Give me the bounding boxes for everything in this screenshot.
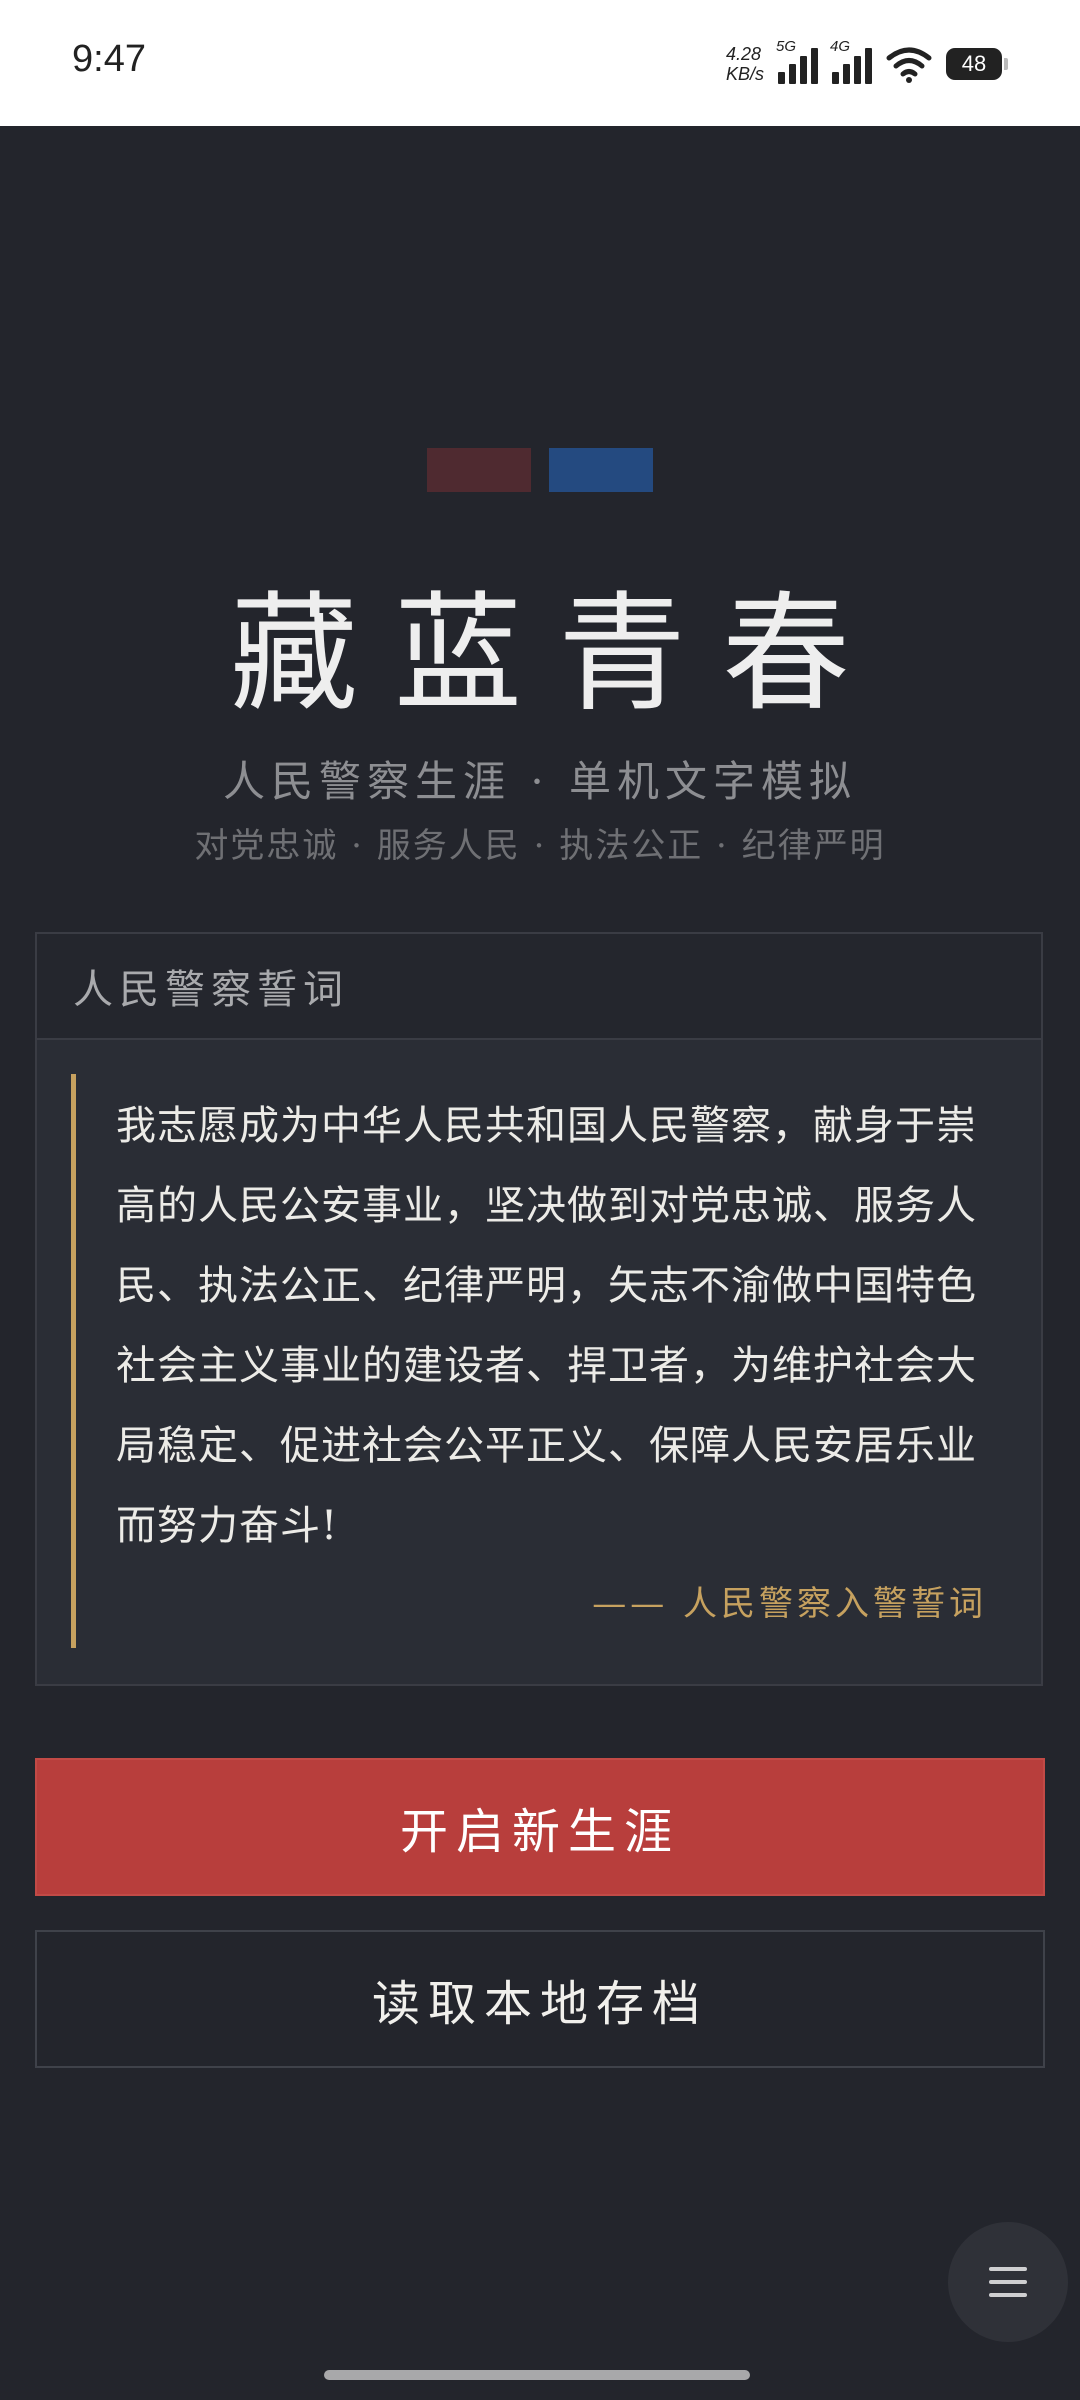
oath-card-heading: 人民警察誓词	[37, 934, 1041, 1040]
load-save-button[interactable]: 读取本地存档	[35, 1930, 1045, 2068]
network-speed-unit: KB/s	[725, 64, 764, 84]
signal-4g-icon: 4G	[830, 38, 872, 84]
red-flag-block	[427, 448, 531, 492]
oath-quote: 我志愿成为中华人民共和国人民警察，献身于崇高的人民公安事业，坚决做到对党忠诚、服…	[71, 1074, 1007, 1648]
status-time: 9:47	[72, 38, 146, 80]
menu-button[interactable]	[948, 2222, 1068, 2342]
status-icons: 4.28 KB/s 5G 4G 48	[726, 38, 1008, 86]
network-speed-value: 4.28	[725, 44, 762, 64]
signal-4g-tag: 4G	[830, 38, 851, 55]
flag-decoration	[0, 448, 1080, 492]
page-motto: 对党忠诚 · 服务人民 · 执法公正 · 纪律严明	[194, 826, 886, 866]
new-career-button[interactable]: 开启新生涯	[35, 1758, 1045, 1896]
wifi-icon	[886, 47, 932, 83]
oath-text: 我志愿成为中华人民共和国人民警察，献身于崇高的人民公安事业，坚决做到对党忠诚、服…	[116, 1103, 977, 1549]
network-speed: 4.28 KB/s	[726, 44, 764, 84]
battery-icon: 48	[946, 48, 1008, 80]
home-indicator[interactable]	[324, 2370, 750, 2380]
page-subtitle: 人民警察生涯 · 单机文字模拟	[222, 757, 858, 806]
blue-flag-block	[549, 448, 653, 492]
signal-5g-tag: 5G	[776, 38, 797, 55]
oath-source: —— 人民警察入警誓词	[592, 1584, 987, 1624]
status-bar: 9:47 4.28 KB/s 5G 4G 48	[0, 0, 1080, 126]
page-title: 藏蓝青春	[229, 580, 886, 729]
battery-level: 48	[961, 51, 987, 76]
signal-5g-icon: 5G	[776, 38, 818, 84]
hamburger-menu-icon	[989, 2267, 1027, 2297]
oath-card: 人民警察誓词 我志愿成为中华人民共和国人民警察，献身于崇高的人民公安事业，坚决做…	[35, 932, 1043, 1686]
